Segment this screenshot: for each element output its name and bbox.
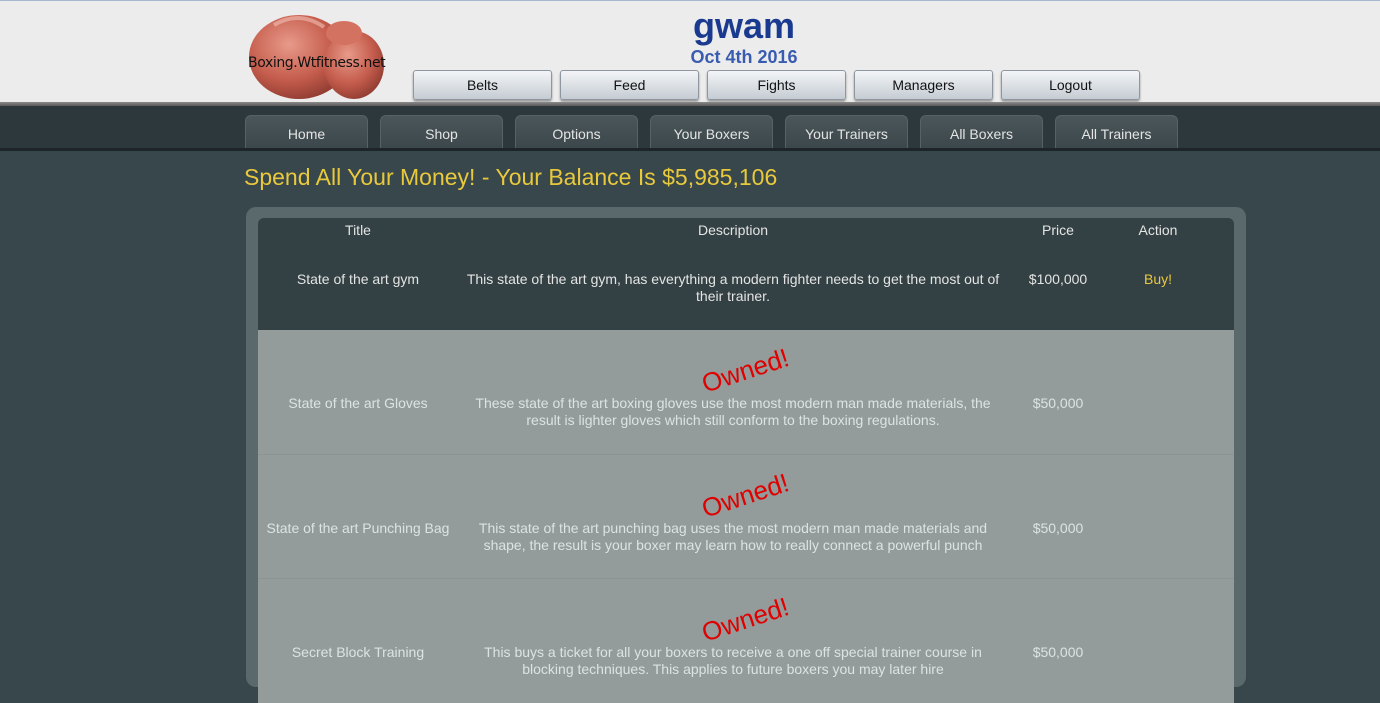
item-title: Secret Block Training bbox=[291, 644, 425, 660]
column-title: Title bbox=[345, 222, 371, 238]
feed-button[interactable]: Feed bbox=[560, 70, 699, 100]
item-description: This buys a ticket for all your boxers t… bbox=[484, 644, 982, 677]
buy-button[interactable]: Buy! bbox=[1108, 271, 1208, 288]
owned-stamp: Owned! bbox=[698, 467, 793, 524]
item-price: $50,000 bbox=[1032, 520, 1084, 536]
item-price: $100,000 bbox=[1028, 271, 1088, 287]
owned-stamp: Owned! bbox=[698, 591, 793, 648]
column-description: Description bbox=[697, 222, 769, 238]
managers-button[interactable]: Managers bbox=[854, 70, 993, 100]
item-description: This state of the art gym, has everythin… bbox=[466, 271, 1000, 304]
tab-all-boxers[interactable]: All Boxers bbox=[920, 115, 1043, 149]
belts-button[interactable]: Belts bbox=[413, 70, 552, 100]
item-price: $50,000 bbox=[1032, 395, 1084, 411]
table-row: State of the art gym This state of the a… bbox=[258, 242, 1234, 330]
item-description: These state of the art boxing gloves use… bbox=[475, 395, 991, 428]
column-action: Action bbox=[1138, 222, 1178, 238]
table-header: Title Description Price Action bbox=[258, 218, 1234, 242]
nav-divider bbox=[0, 148, 1380, 151]
shop-table: Title Description Price Action State of … bbox=[258, 218, 1234, 703]
tab-your-boxers[interactable]: Your Boxers bbox=[650, 115, 773, 149]
item-title: State of the art Punching Bag bbox=[266, 520, 450, 536]
table-row: State of the art Punching Bag This state… bbox=[258, 454, 1234, 579]
tab-all-trainers[interactable]: All Trainers bbox=[1055, 115, 1178, 149]
fights-button[interactable]: Fights bbox=[707, 70, 846, 100]
tab-options[interactable]: Options bbox=[515, 115, 638, 149]
top-header: Boxing.Wtfitness.net gwam Oct 4th 2016 B… bbox=[0, 0, 1380, 104]
item-title: State of the art Gloves bbox=[288, 395, 428, 411]
tab-your-trainers[interactable]: Your Trainers bbox=[785, 115, 908, 149]
item-title: State of the art gym bbox=[296, 271, 420, 287]
tab-shop[interactable]: Shop bbox=[380, 115, 503, 149]
table-row: Secret Block Training This buys a ticket… bbox=[258, 578, 1234, 703]
current-date: Oct 4th 2016 bbox=[690, 47, 798, 67]
item-description: This state of the art punching bag uses … bbox=[478, 520, 988, 553]
table-row: State of the art Gloves These state of t… bbox=[258, 330, 1234, 454]
item-price: $50,000 bbox=[1032, 644, 1084, 660]
owned-stamp: Owned! bbox=[698, 342, 793, 399]
tab-home[interactable]: Home bbox=[245, 115, 368, 149]
page-title: Spend All Your Money! - Your Balance Is … bbox=[244, 164, 778, 190]
username: gwam bbox=[692, 5, 796, 46]
logout-button[interactable]: Logout bbox=[1001, 70, 1140, 100]
column-price: Price bbox=[1042, 222, 1074, 238]
